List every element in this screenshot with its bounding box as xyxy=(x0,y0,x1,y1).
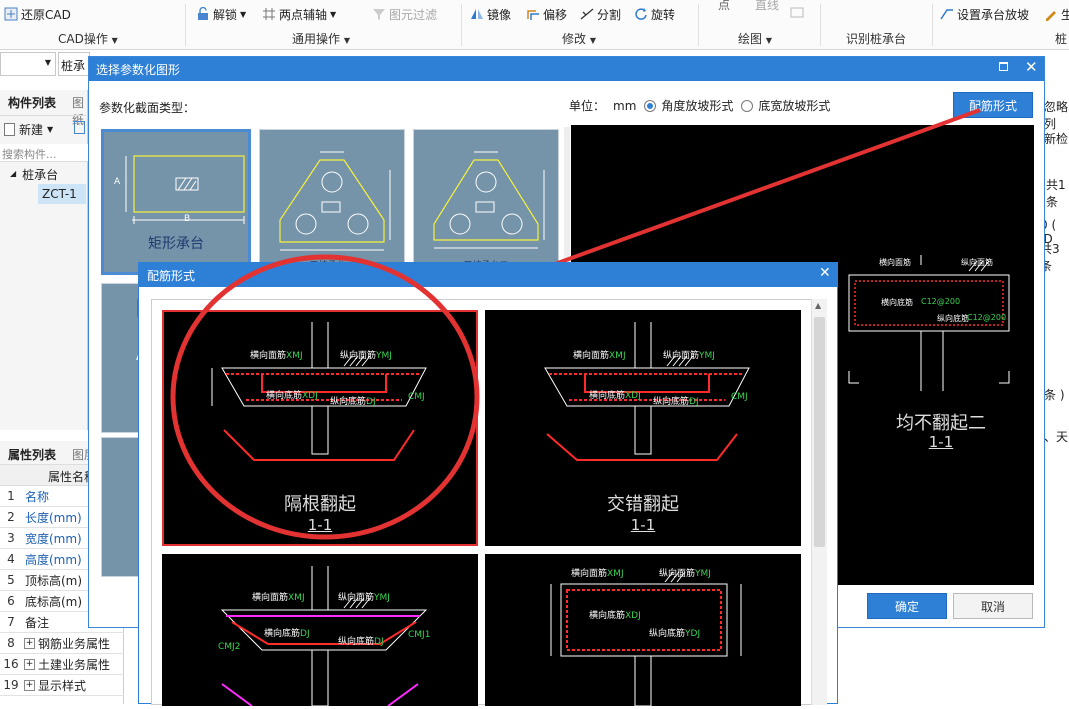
annotation-circle xyxy=(170,254,480,540)
annotation-circle-overlay xyxy=(170,254,480,540)
